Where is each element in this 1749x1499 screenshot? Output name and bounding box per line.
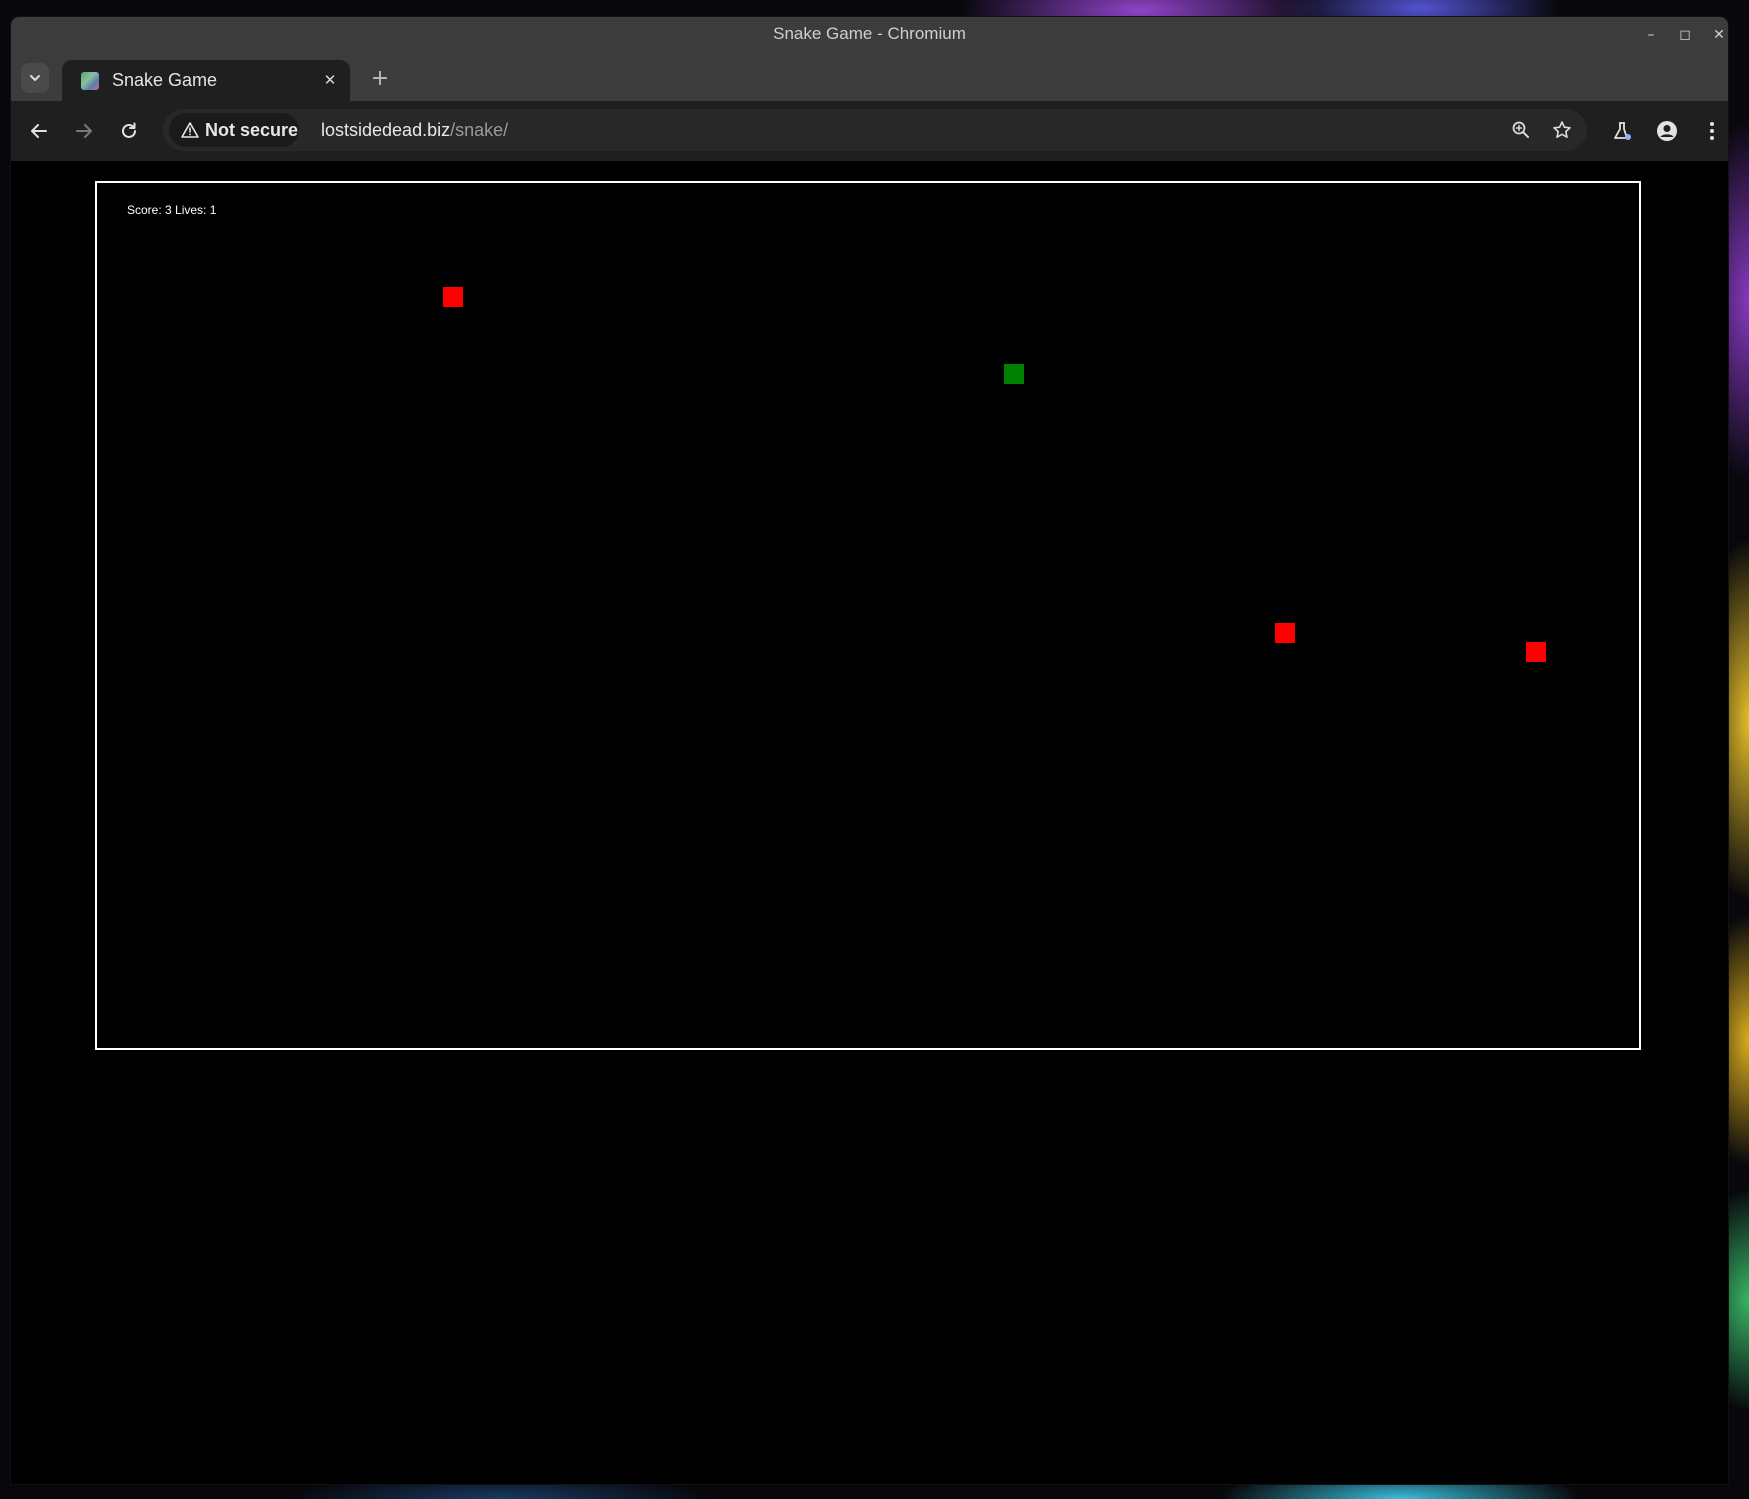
tab-close-button[interactable]: ✕ <box>318 68 342 92</box>
score-lives-text: Score: 3 Lives: 1 <box>127 203 217 217</box>
arrow-right-icon <box>76 124 92 138</box>
zoom-icon <box>1512 121 1529 138</box>
bookmark-button[interactable] <box>1548 116 1576 144</box>
star-icon <box>1553 121 1571 138</box>
maximize-button[interactable]: ◻ <box>1673 23 1697 47</box>
window-title: Snake Game - Chromium <box>773 24 966 43</box>
security-chip[interactable]: Not secure <box>169 113 299 147</box>
labs-button[interactable] <box>1608 117 1636 145</box>
profile-button[interactable] <box>1653 117 1681 145</box>
minimize-button[interactable]: – <box>1639 23 1663 47</box>
forward-button[interactable] <box>70 117 98 145</box>
warning-icon <box>181 122 199 138</box>
url-text[interactable]: lostsidedead.biz/snake/ <box>321 120 508 141</box>
reload-icon <box>122 122 136 138</box>
flask-icon <box>1614 122 1631 140</box>
tab-snake-game[interactable]: Snake Game ✕ <box>62 60 350 101</box>
chevron-down-icon <box>30 75 40 81</box>
menu-button[interactable] <box>1698 117 1726 145</box>
address-bar[interactable]: Not secure lostsidedead.biz/snake/ <box>163 109 1587 151</box>
page-viewport: Score: 3 Lives: 1 <box>11 161 1728 1484</box>
avatar-icon <box>1657 121 1677 141</box>
url-path: /snake/ <box>450 120 509 140</box>
browser-toolbar: Not secure lostsidedead.biz/snake/ <box>11 101 1728 161</box>
food-pellet <box>443 287 463 307</box>
tab-title: Snake Game <box>112 70 218 90</box>
more-vert-icon <box>1710 122 1714 140</box>
close-window-button[interactable]: ✕ <box>1707 23 1728 47</box>
title-bar: Snake Game - Chromium – ◻ ✕ <box>11 17 1728 53</box>
tab-strip: Snake Game ✕ + <box>11 53 1728 101</box>
reload-button[interactable] <box>115 117 143 145</box>
food-pellet <box>1526 642 1546 662</box>
food-pellet <box>1275 623 1295 643</box>
zoom-button[interactable] <box>1507 116 1535 144</box>
snake-segment <box>1004 364 1024 384</box>
back-button[interactable] <box>25 117 53 145</box>
tab-search-button[interactable] <box>21 63 49 93</box>
url-host: lostsidedead.biz <box>321 120 451 140</box>
new-tab-button[interactable]: + <box>365 64 395 94</box>
favicon-icon <box>81 72 99 90</box>
security-label: Not secure <box>205 120 299 140</box>
browser-window: Snake Game - Chromium – ◻ ✕ Snake Game ✕… <box>11 17 1728 1484</box>
game-canvas[interactable]: Score: 3 Lives: 1 <box>95 181 1641 1050</box>
arrow-left-icon <box>31 124 47 138</box>
